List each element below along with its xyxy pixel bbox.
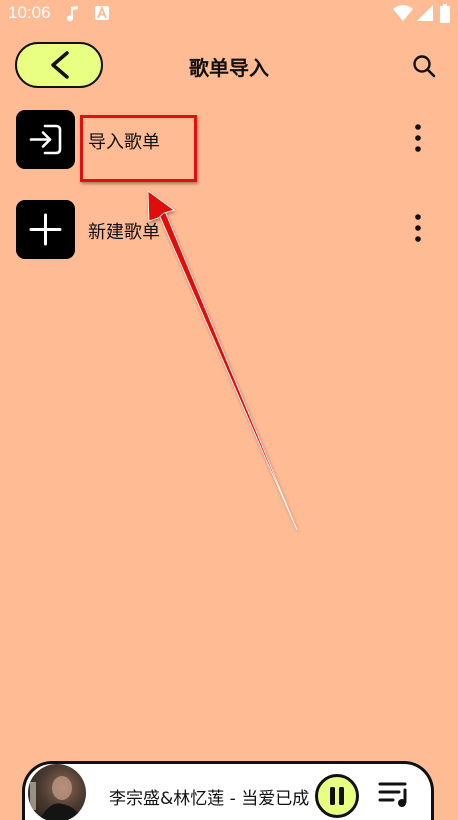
playlist-icon [378,782,407,807]
search-button[interactable] [410,52,438,80]
pause-icon [330,787,344,805]
search-icon [413,55,436,78]
page-title: 歌单导入 [189,56,269,80]
album-art[interactable] [28,764,86,820]
pause-button[interactable] [315,774,359,818]
battery-icon [440,4,450,27]
plus-icon [16,200,75,259]
status-time: 10:06 [8,3,51,22]
now-playing-title: 李宗盛&林忆莲 - 当爱已成往事 [109,789,309,809]
header: 歌单导入 [0,36,458,96]
more-vertical-icon [415,124,421,152]
more-options-button[interactable] [404,212,432,246]
list-item-label: 导入歌单 [88,132,160,153]
status-bar: 10:06 [0,0,458,28]
signal-icon [416,4,434,26]
list-item-import-playlist[interactable]: 导入歌单 [0,110,458,172]
list-item-new-playlist[interactable]: 新建歌单 [0,200,458,262]
list-item-label: 新建歌单 [88,222,160,243]
playlist-button[interactable] [377,778,413,810]
font-a-icon [94,5,110,25]
more-vertical-icon [415,214,421,242]
wifi-icon [393,4,413,26]
import-icon [16,110,75,169]
more-options-button[interactable] [404,122,432,156]
music-note-icon [66,5,80,27]
mini-player[interactable]: 李宗盛&林忆莲 - 当爱已成往事 [22,761,434,820]
